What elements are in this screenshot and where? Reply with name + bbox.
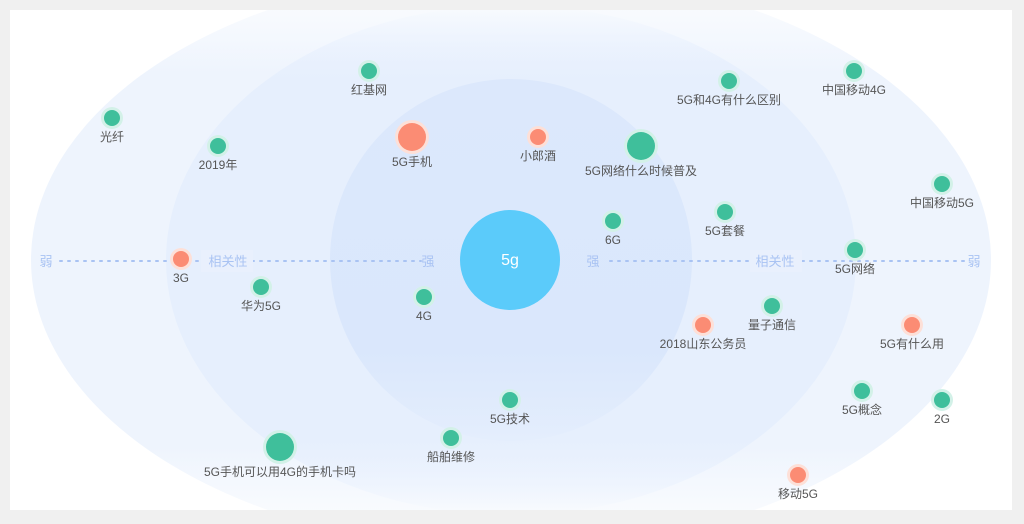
keyword-node-label[interactable]: 船舶维修 <box>427 449 475 464</box>
center-node[interactable]: 5g <box>460 210 560 310</box>
keyword-node-dot[interactable] <box>934 392 950 408</box>
keyword-node-dot[interactable] <box>530 129 546 145</box>
keyword-node[interactable]: 6G <box>602 210 624 247</box>
keyword-node-dot[interactable] <box>721 73 737 89</box>
keyword-node[interactable]: 3G <box>170 248 192 285</box>
keyword-node-dot[interactable] <box>695 317 711 333</box>
keyword-node-label[interactable]: 5G技术 <box>490 412 530 426</box>
axis-strong-right: 强 <box>586 254 599 269</box>
keyword-node-dot[interactable] <box>627 132 655 160</box>
keyword-node[interactable]: 2G <box>931 389 953 426</box>
center-label: 5g <box>501 252 519 269</box>
keyword-node-label[interactable]: 4G <box>416 309 432 323</box>
keyword-node-label[interactable]: 中国移动4G <box>822 82 886 97</box>
keyword-node-dot[interactable] <box>398 123 426 151</box>
keyword-node-dot[interactable] <box>846 63 862 79</box>
keyword-node-label[interactable]: 6G <box>605 233 621 247</box>
keyword-node-dot[interactable] <box>717 204 733 220</box>
keyword-node-label[interactable]: 5G手机 <box>392 155 432 169</box>
keyword-node-dot[interactable] <box>934 176 950 192</box>
axis-strong-left: 强 <box>421 254 434 269</box>
keyword-node-label[interactable]: 5G套餐 <box>705 223 745 238</box>
keyword-node-label[interactable]: 小郎酒 <box>520 149 556 163</box>
keyword-node-dot[interactable] <box>104 110 120 126</box>
keyword-node-label[interactable]: 5G概念 <box>842 402 882 417</box>
keyword-node-dot[interactable] <box>361 63 377 79</box>
keyword-node-dot[interactable] <box>854 383 870 399</box>
keyword-node-dot[interactable] <box>904 317 920 333</box>
keyword-node-dot[interactable] <box>253 279 269 295</box>
keyword-node-label[interactable]: 5G手机可以用4G的手机卡吗 <box>204 464 356 479</box>
keyword-node-label[interactable]: 量子通信 <box>748 318 796 332</box>
keyword-node-label[interactable]: 2019年 <box>199 158 238 172</box>
keyword-node-label[interactable]: 红基网 <box>351 82 387 97</box>
keyword-node-label[interactable]: 华为5G <box>241 299 281 313</box>
axis-weak-left: 弱 <box>39 254 52 269</box>
keyword-node-dot[interactable] <box>605 213 621 229</box>
keyword-node-label[interactable]: 2G <box>934 412 950 426</box>
keyword-node-label[interactable]: 中国移动5G <box>910 195 974 210</box>
keyword-node-dot[interactable] <box>847 242 863 258</box>
keyword-node-label[interactable]: 光纤 <box>100 130 124 144</box>
axis-weak-right: 弱 <box>967 254 980 269</box>
keyword-relevance-panel: 弱 相关性 强 强 相关性 弱 红基网光纤 2019年 5G手机 小郎酒 5G网络什么时… <box>10 10 1012 510</box>
keyword-node-dot[interactable] <box>266 433 294 461</box>
keyword-node-label[interactable]: 2018山东公务员 <box>660 336 747 351</box>
keyword-node-label[interactable]: 5G网络什么时候普及 <box>585 163 697 178</box>
keyword-node[interactable]: 4G <box>413 286 435 323</box>
axis-relevance-right: 相关性 <box>755 254 794 269</box>
keyword-node-label[interactable]: 移动5G <box>778 487 818 501</box>
axis-relevance-left: 相关性 <box>208 254 247 269</box>
keyword-node-dot[interactable] <box>502 392 518 408</box>
keyword-node-label[interactable]: 5G网络 <box>835 261 875 276</box>
keyword-node-dot[interactable] <box>173 251 189 267</box>
keyword-node-label[interactable]: 5G有什么用 <box>880 337 944 351</box>
keyword-node-label[interactable]: 3G <box>173 271 189 285</box>
keyword-node-dot[interactable] <box>210 138 226 154</box>
keyword-node-label[interactable]: 5G和4G有什么区别 <box>677 93 781 107</box>
keyword-node-dot[interactable] <box>416 289 432 305</box>
keyword-node-dot[interactable] <box>764 298 780 314</box>
keyword-node-dot[interactable] <box>790 467 806 483</box>
keyword-node-dot[interactable] <box>443 430 459 446</box>
keyword-relevance-graph: 弱 相关性 强 强 相关性 弱 红基网光纤 2019年 5G手机 小郎酒 5G网络什么时… <box>31 10 991 510</box>
